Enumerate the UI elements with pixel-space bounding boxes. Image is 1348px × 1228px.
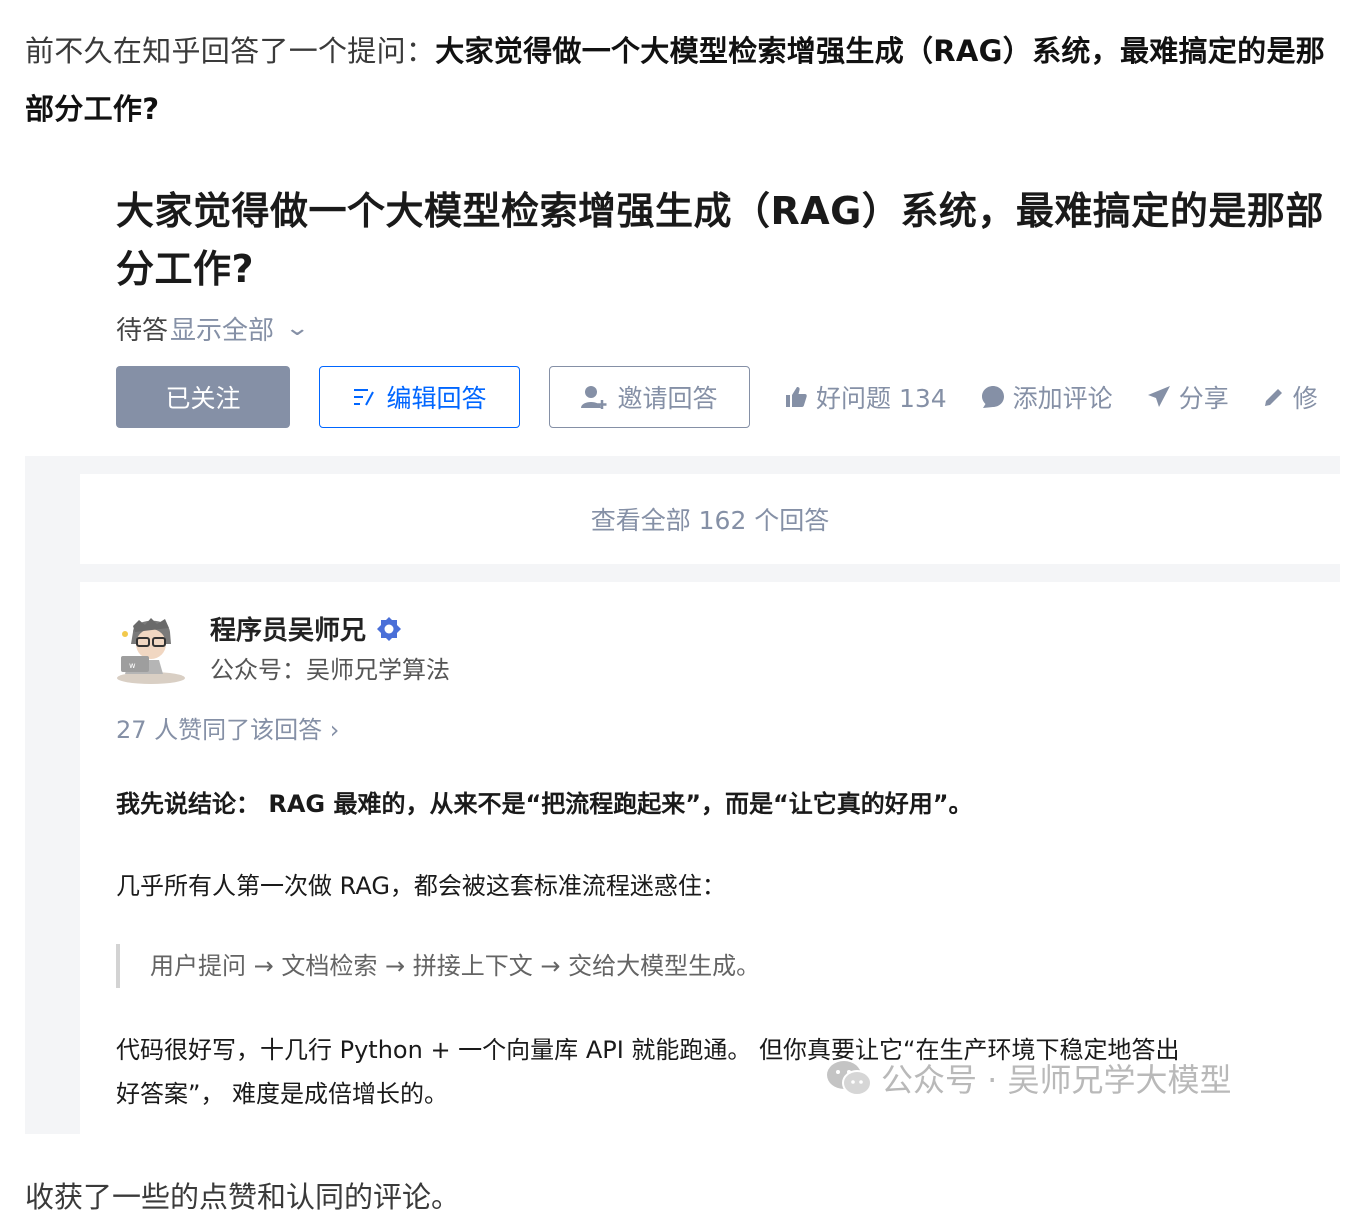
question-title: 大家觉得做一个大模型检索增强生成（RAG）系统，最难搞定的是那部分工作? (116, 189, 1324, 291)
pending-label: 待答 (116, 316, 169, 346)
author-name-text: 程序员吴师兄 (210, 616, 367, 646)
view-all-answers-link[interactable]: 查看全部 162 个回答 (80, 474, 1340, 564)
verified-badge-icon (377, 616, 402, 641)
votes-link[interactable]: 27 人赞同了该回答 › (116, 710, 339, 745)
pencil-icon (1264, 389, 1282, 406)
modify-button[interactable]: 修 (1263, 379, 1318, 415)
answer-card: w 程序员吴师兄 公众号：吴师兄学算法 27 人赞同了该回答 › 我先说结论： … (80, 582, 1340, 1134)
show-all-link[interactable]: 显示全部 (170, 310, 274, 347)
answer-paragraph-2: 几乎所有人第一次做 RAG，都会被这套标准流程迷惑住： (116, 872, 726, 900)
chevron-down-icon[interactable]: ⌄ (284, 316, 310, 341)
intro-prefix: 前不久在知乎回答了一个提问： (25, 34, 436, 68)
author-name[interactable]: 程序员吴师兄 (210, 610, 402, 647)
view-all-answers-label: 查看全部 162 个回答 (590, 506, 830, 535)
wechat-icon (827, 1061, 872, 1096)
outro-paragraph: 收获了一些的点赞和认同的评论。 (25, 1180, 461, 1214)
share-icon (1147, 386, 1170, 407)
intro-paragraph: 前不久在知乎回答了一个提问：大家觉得做一个大模型检索增强生成（RAG）系统，最难… (25, 22, 1340, 138)
edit-icon (354, 389, 375, 406)
add-comment-label: 添加评论 (1012, 384, 1113, 413)
follow-button[interactable]: 已关注 (116, 366, 290, 428)
question-header: 大家觉得做一个大模型检索增强生成（RAG）系统，最难搞定的是那部分工作? 待答 … (25, 142, 1340, 456)
share-button[interactable]: 分享 (1147, 379, 1229, 415)
follow-button-label: 已关注 (165, 384, 241, 413)
good-question-label: 好问题 134 (816, 384, 947, 413)
invite-answer-button[interactable]: 邀请回答 (549, 366, 750, 428)
invite-answer-label: 邀请回答 (617, 384, 718, 413)
edit-answer-button[interactable]: 编辑回答 (319, 366, 520, 428)
answer-blockquote: 用户提问 → 文档检索 → 拼接上下文 → 交给大模型生成。 (116, 944, 1116, 988)
good-question-button[interactable]: 好问题 134 (784, 379, 947, 415)
invite-user-icon (581, 386, 607, 409)
thumbs-up-icon (786, 387, 807, 407)
share-label: 分享 (1178, 384, 1229, 413)
svg-text:w: w (129, 661, 136, 670)
modify-label: 修 (1292, 384, 1318, 413)
author-subtitle: 公众号：吴师兄学算法 (210, 656, 450, 684)
comment-icon (981, 386, 1004, 408)
question-status: 待答 显示全部 ⌄ (116, 310, 310, 347)
avatar[interactable]: w (115, 612, 187, 684)
answer-paragraph-1: 我先说结论： RAG 最难的，从来不是“把流程跑起来”，而是“让它真的好用”。 (116, 790, 973, 818)
add-comment-button[interactable]: 添加评论 (981, 379, 1113, 415)
edit-answer-label: 编辑回答 (386, 384, 487, 413)
question-actions: 已关注 编辑回答 邀请回答 好问题 134 添加评论 分享 修 (116, 366, 1340, 428)
watermark: 公众号 · 吴师兄学大模型 (825, 1055, 1232, 1101)
zhihu-screenshot: 大家觉得做一个大模型检索增强生成（RAG）系统，最难搞定的是那部分工作? 待答 … (25, 142, 1340, 1134)
watermark-text: 公众号 · 吴师兄学大模型 (881, 1061, 1232, 1099)
